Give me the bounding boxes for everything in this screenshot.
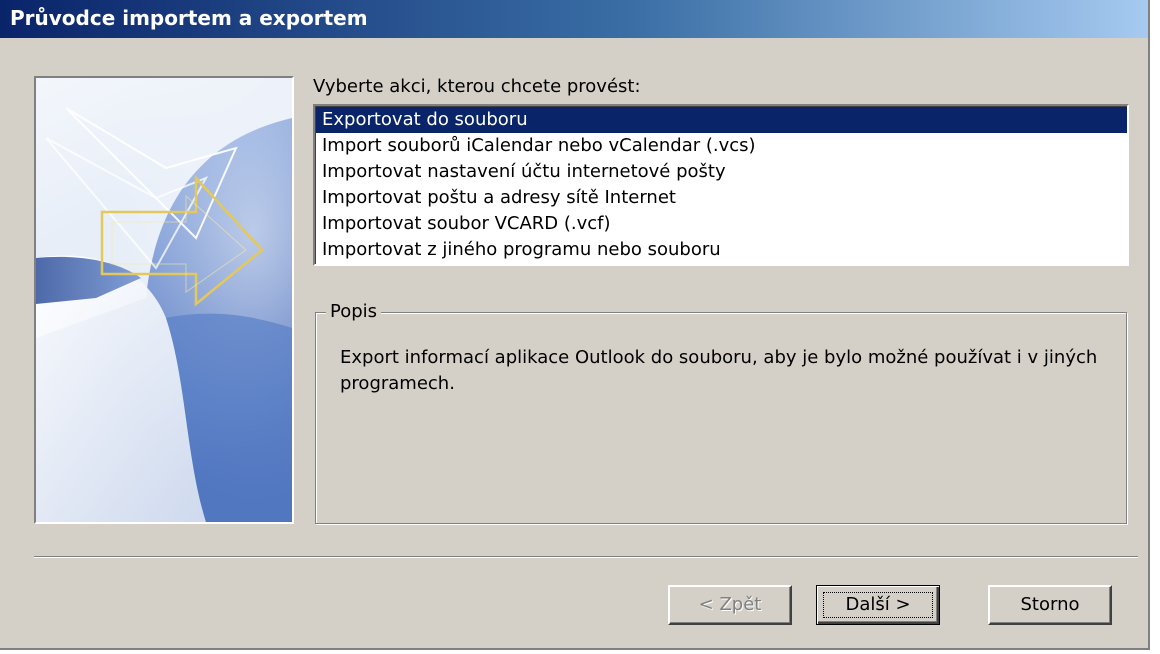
import-export-arrow-icon [36, 78, 292, 522]
button-separator [34, 556, 1138, 558]
description-text: Export informací aplikace Outlook do sou… [340, 347, 1098, 394]
action-item-export-to-file[interactable]: Exportovat do souboru [316, 107, 1127, 133]
action-item-import-other-program[interactable]: Importovat z jiného programu nebo soubor… [316, 237, 1127, 263]
description-legend: Popis [326, 299, 382, 325]
description-groupbox: Popis Export informací aplikace Outlook … [315, 299, 1127, 524]
next-button-focus-rect [823, 592, 933, 618]
cancel-button[interactable]: Storno [988, 585, 1112, 625]
back-button[interactable]: < Zpět [668, 585, 792, 625]
action-item-import-internet-mail-addresses[interactable]: Importovat poštu a adresy sítě Internet [316, 185, 1127, 211]
action-listbox[interactable]: Exportovat do souboru Import souborů iCa… [313, 104, 1129, 266]
wizard-banner-image [34, 76, 294, 524]
window-title: Průvodce importem a exportem [10, 6, 368, 30]
action-prompt-label: Vyberte akci, kterou chcete provést: [313, 76, 641, 97]
action-item-import-mail-account-settings[interactable]: Importovat nastavení účtu internetové po… [316, 159, 1127, 185]
action-item-import-vcard[interactable]: Importovat soubor VCARD (.vcf) [316, 211, 1127, 237]
title-bar[interactable]: Průvodce importem a exportem [0, 0, 1148, 38]
action-item-import-icalendar[interactable]: Import souborů iCalendar nebo vCalendar … [316, 133, 1127, 159]
import-export-wizard-dialog: Průvodce importem a exportem Vyberte akc… [0, 0, 1150, 650]
next-button[interactable]: Další > [816, 585, 940, 625]
